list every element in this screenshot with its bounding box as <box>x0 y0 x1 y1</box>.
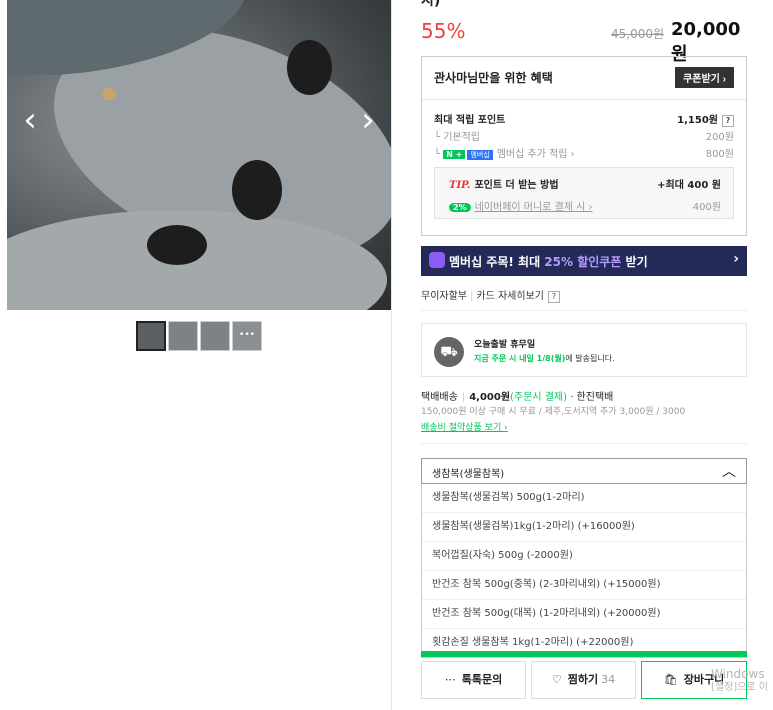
membership-banner[interactable]: 멤버십 주목! 최대 25% 할인쿠폰 받기 › <box>421 246 747 276</box>
action-buttons: ⋯ 톡톡문의 ♡ 찜하기 34 🛍 장바구니 <box>421 661 747 699</box>
thumbnail-2[interactable] <box>168 321 198 351</box>
delivery-fee: 택배배송 | 4,000원(주문시 결제) · 한진택배 <box>421 392 614 403</box>
help-icon[interactable]: ? <box>547 291 560 303</box>
column-divider <box>391 0 392 710</box>
discount-rate: 55% <box>421 19 466 43</box>
naverpay-plus-icon: N + <box>443 150 466 159</box>
fish-spot <box>147 225 207 265</box>
product-title-fragment: 시) <box>421 0 441 9</box>
today-shipping-box: ⛟ 오늘출발 휴무일 지금 주문 시 내일 1/8(월)에 발송됩니다. <box>421 323 747 377</box>
tip-label: TIP. 포인트 더 받는 방법 <box>449 180 559 191</box>
naverpay-money-link[interactable]: 2% 네이버페이 머니로 결제 시 › <box>449 198 593 213</box>
max-points-value: 1,150원 <box>677 115 718 126</box>
product-main-image: ‹ › <box>7 0 391 310</box>
option-item[interactable]: 생물참복(생물검복)1kg(1-2마리) (+16000원) <box>422 513 746 542</box>
wish-button[interactable]: ♡ 찜하기 34 <box>531 661 636 699</box>
tip-box: TIP. 포인트 더 받는 방법 +최대 400 원 2% 네이버페이 머니로 결제… <box>434 167 734 219</box>
option-item[interactable]: 생물참복(생물검복) 500g(1-2마리) <box>422 484 746 513</box>
help-icon[interactable]: ? <box>722 115 734 127</box>
option-item[interactable]: 반건조 참복 500g(대복) (1-2마리내외) (+20000원) <box>422 600 746 629</box>
option-selected-value: 생참복(생물참복) <box>432 469 505 480</box>
cart-icon: 🛍 <box>663 673 678 686</box>
fish-spot <box>232 160 282 220</box>
chat-icon: ⋯ <box>444 673 456 686</box>
original-price: 45,000원 <box>611 27 665 41</box>
tip-value: 400원 <box>692 202 721 213</box>
wish-count: 34 <box>601 673 616 686</box>
thumbnail-1[interactable] <box>136 321 166 351</box>
talk-inquiry-button[interactable]: ⋯ 톡톡문의 <box>421 661 526 699</box>
banner-text: 멤버십 주목! 최대 25% 할인쿠폰 받기 <box>449 255 648 269</box>
fish-spot <box>287 40 332 95</box>
divider <box>421 310 747 311</box>
truck-icon: ⛟ <box>434 337 464 367</box>
npay-percent-badge: 2% <box>449 203 471 212</box>
option-item[interactable]: 복어껍질(자숙) 500g (-2000원) <box>422 542 746 571</box>
shipping-title: 오늘출발 휴무일 <box>474 340 536 350</box>
membership-badge: 멤버십 <box>467 150 493 160</box>
option-list: 생물참복(생물검복) 500g(1-2마리) 생물참복(생물검복)1kg(1-2… <box>421 484 747 658</box>
tip-max: +최대 400 원 <box>657 180 721 191</box>
fish-eye <box>102 88 116 100</box>
divider <box>422 99 746 100</box>
card-detail-link[interactable]: 카드 자세히보기 <box>476 291 544 302</box>
shipping-saver-link[interactable]: 배송비 절약상품 보기 › <box>421 420 508 433</box>
chevron-right-icon: › <box>733 251 739 267</box>
option-item[interactable]: 반건조 참복 500g(중복) (2-3마리내외) (+15000원) <box>422 571 746 600</box>
installment-label: 무이자할부 <box>421 291 467 302</box>
option-select[interactable]: 생참복(생물참복) ︿ <box>421 458 747 484</box>
coupon-button[interactable]: 쿠폰받기 › <box>675 67 734 88</box>
basic-points-label: └ 기본적립 <box>434 132 481 143</box>
membership-points-label[interactable]: └ N + 멤버십 멤버십 추가 적립 › <box>434 145 575 160</box>
basic-points-value: 200원 <box>705 132 734 143</box>
heart-icon: ♡ <box>551 673 562 686</box>
shipping-desc: 지금 주문 시 내일 1/8(월)에 발송됩니다. <box>474 354 615 363</box>
more-thumbnails-icon[interactable]: ••• <box>232 321 262 351</box>
coupon-icon <box>429 252 445 268</box>
max-points-value-wrap: 1,150원? <box>677 111 734 127</box>
chevron-up-icon: ︿ <box>722 464 736 480</box>
thumbnail-3[interactable] <box>200 321 230 351</box>
windows-activation-watermark: Windows [설정]으로 이 <box>711 667 768 693</box>
benefit-heading: 관사마님만을 위한 혜택 <box>434 71 553 85</box>
max-points-label: 최대 적립 포인트 <box>434 115 506 126</box>
membership-points-value: 800원 <box>705 149 734 160</box>
divider <box>421 443 747 444</box>
gallery-next-button[interactable]: › <box>353 100 383 140</box>
gallery-prev-button[interactable]: ‹ <box>15 100 45 140</box>
delivery-condition: 150,000원 이상 구매 시 무료 / 제주,도서지역 추가 3,000원 … <box>421 407 686 417</box>
card-info: 무이자할부 | 카드 자세히보기? <box>421 287 560 303</box>
benefit-box: 관사마님만을 위한 혜택 쿠폰받기 › 최대 적립 포인트 1,150원? └ … <box>421 56 747 236</box>
scroll-indicator <box>421 651 747 657</box>
thumbnail-strip: ••• <box>136 321 262 351</box>
